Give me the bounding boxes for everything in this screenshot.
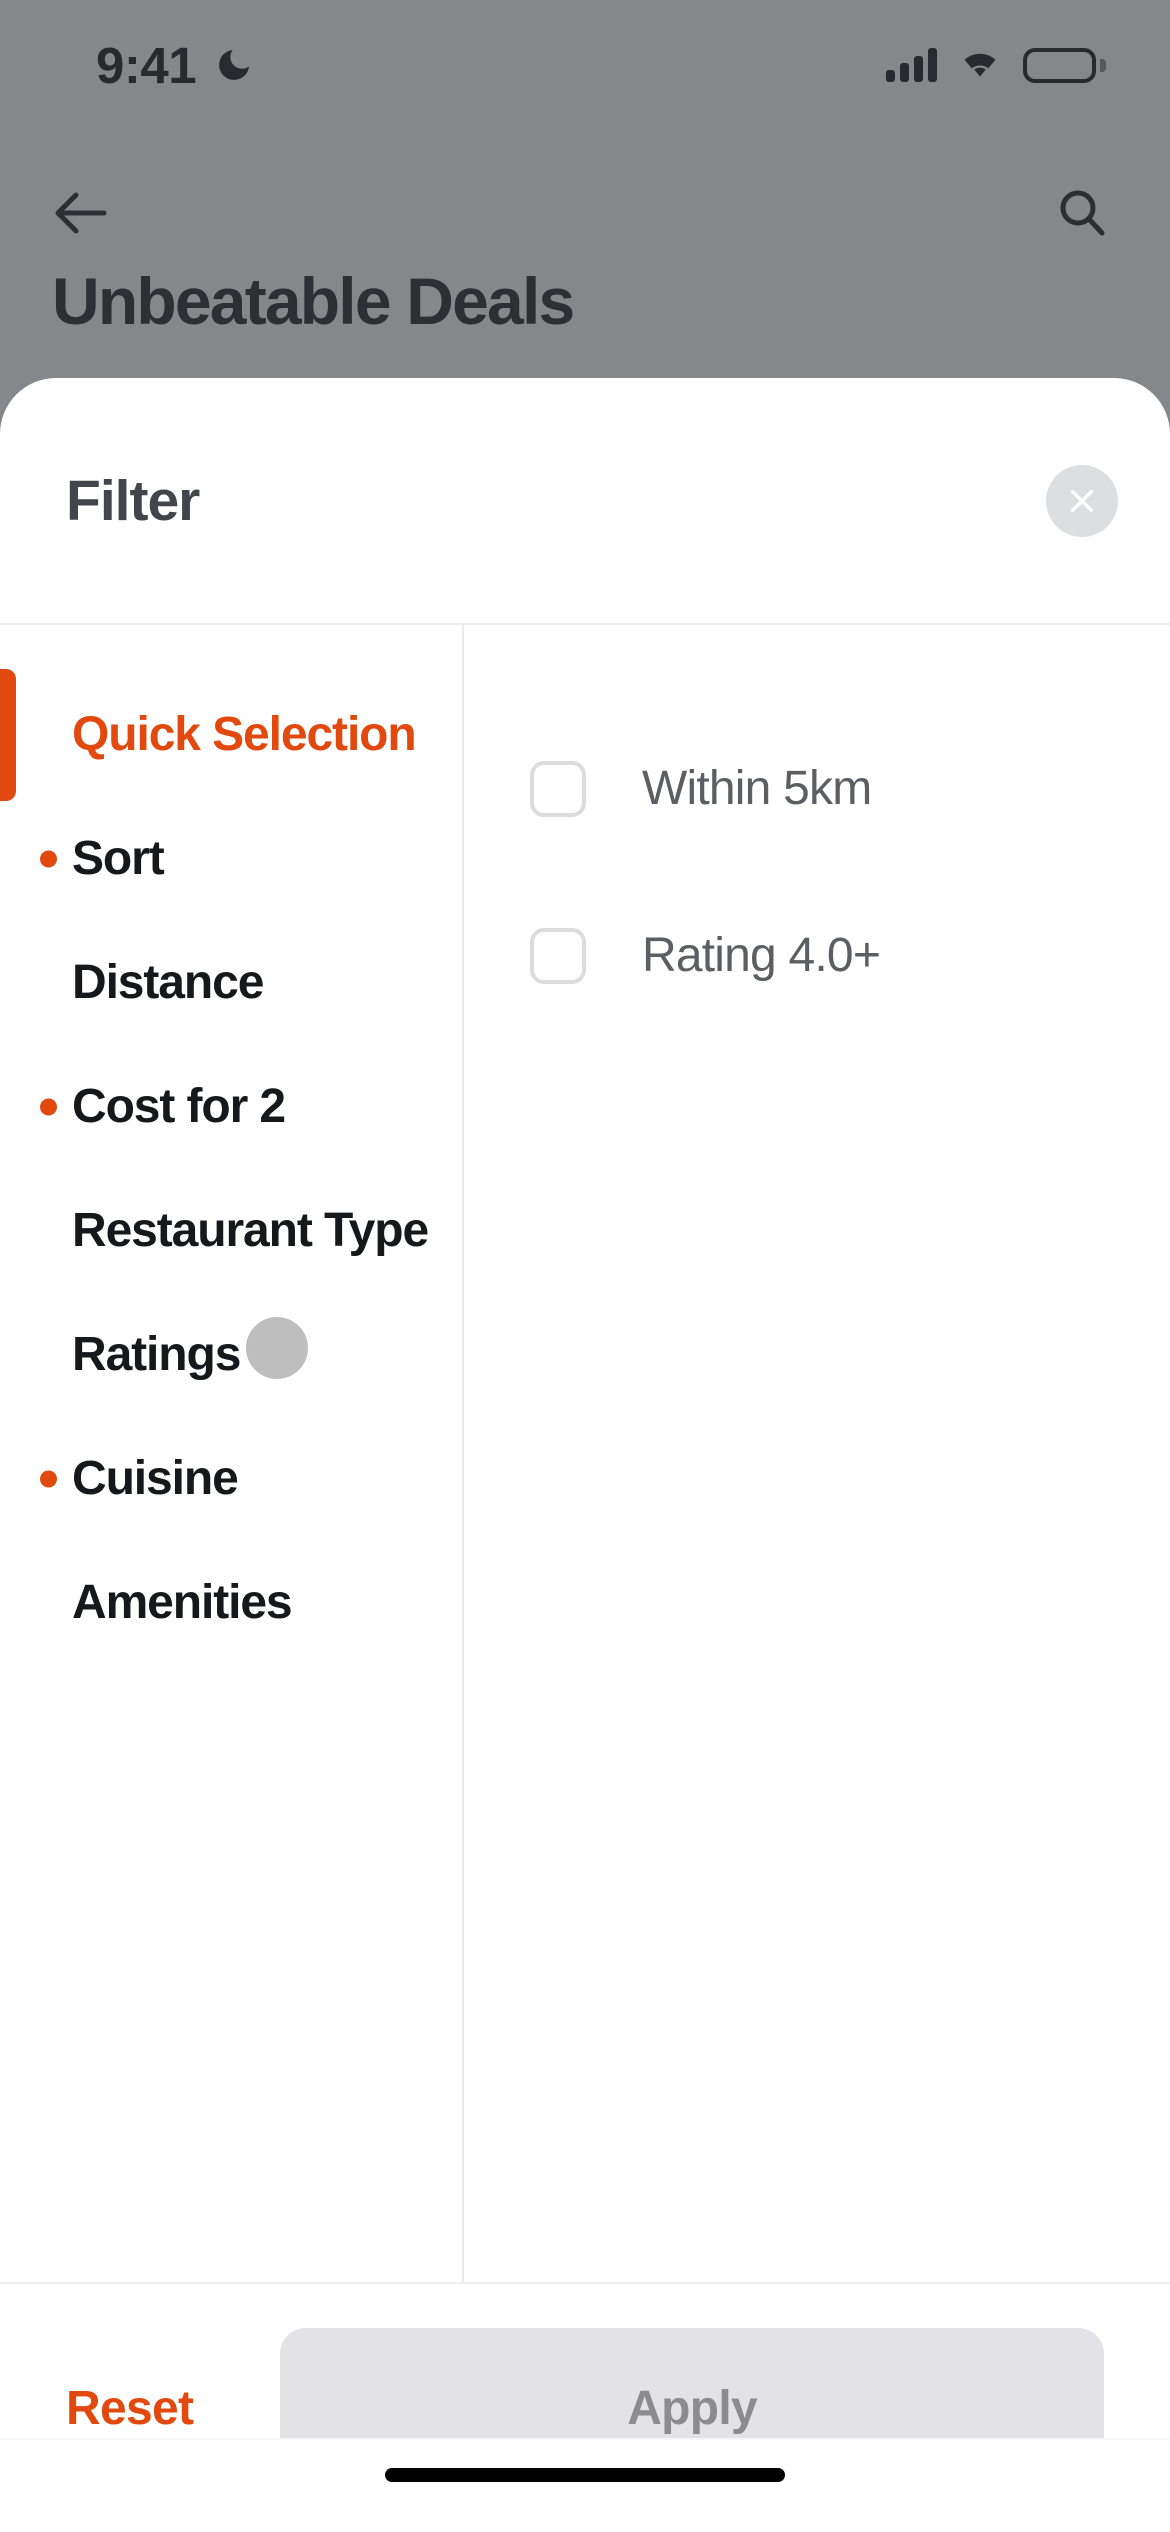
close-button[interactable] <box>1046 464 1118 537</box>
checkbox-icon[interactable] <box>530 927 586 984</box>
sidebar-item-label: Ratings <box>72 1328 241 1382</box>
sidebar-item-distance[interactable]: Distance <box>0 921 462 1045</box>
filter-options-pane: Within 5km Rating 4.0+ <box>464 625 1170 2282</box>
checkbox-icon[interactable] <box>530 760 586 817</box>
sidebar-item-label: Cuisine <box>72 1452 239 1506</box>
sidebar-item-label: Cost for 2 <box>72 1080 286 1134</box>
close-x-icon <box>1066 485 1098 517</box>
sidebar-item-cost-for-2[interactable]: Cost for 2 <box>0 1045 462 1169</box>
reset-button[interactable]: Reset <box>66 2381 219 2436</box>
filter-category-rail[interactable]: Quick Selection Sort Distance Cost for 2 Res… <box>0 625 464 2282</box>
filter-title: Filter <box>66 468 200 533</box>
sidebar-item-quick-selection[interactable]: Quick Selection <box>0 669 462 801</box>
sidebar-item-sort[interactable]: Sort <box>0 797 462 921</box>
sidebar-item-label: Restaurant Type <box>72 1204 429 1258</box>
touch-ripple-indicator <box>246 1317 308 1379</box>
sidebar-item-label: Distance <box>72 956 264 1010</box>
home-indicator-area <box>0 2438 1170 2532</box>
filter-option-label: Within 5km <box>642 762 872 815</box>
sidebar-item-ratings[interactable]: Ratings <box>0 1293 462 1417</box>
filter-option-row[interactable]: Rating 4.0+ <box>530 872 1170 1039</box>
filter-sheet-header: Filter <box>0 378 1170 625</box>
category-applied-dot <box>40 1470 57 1488</box>
sidebar-item-label: Sort <box>72 832 165 886</box>
active-category-indicator <box>0 669 16 801</box>
sidebar-item-cuisine[interactable]: Cuisine <box>0 1417 462 1541</box>
category-applied-dot <box>40 850 57 868</box>
filter-option-label: Rating 4.0+ <box>642 929 881 982</box>
sidebar-item-label: Amenities <box>72 1576 293 1630</box>
sidebar-item-restaurant-type[interactable]: Restaurant Type <box>0 1169 462 1293</box>
category-applied-dot <box>40 1098 57 1116</box>
sidebar-item-label: Quick Selection <box>72 708 417 762</box>
sidebar-item-amenities[interactable]: Amenities <box>0 1541 462 1665</box>
filter-sheet-body: Quick Selection Sort Distance Cost for 2 Res… <box>0 625 1170 2282</box>
filter-option-row[interactable]: Within 5km <box>530 705 1170 872</box>
home-indicator[interactable] <box>385 2468 785 2482</box>
filter-bottom-sheet: Filter Quick Selection Sort Distance Cost f… <box>0 378 1170 2532</box>
